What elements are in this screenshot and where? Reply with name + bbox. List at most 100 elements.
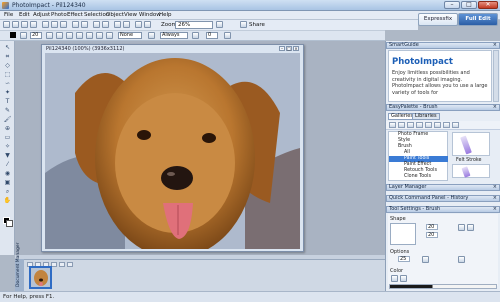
background-color-swatch[interactable] (6, 220, 13, 227)
fill-tool-icon[interactable]: ▼ (3, 152, 12, 159)
hand-tool-icon[interactable]: ✋ (3, 197, 12, 204)
brush-opacity-input[interactable]: 25 (398, 256, 410, 262)
browser-icon[interactable] (114, 21, 121, 28)
filmstrip-options-icon[interactable] (67, 262, 73, 267)
quick-command-header[interactable]: Quick Command Panel - History × (386, 195, 500, 202)
scanner-icon[interactable] (93, 21, 100, 28)
standard-selection-icon[interactable]: ⬚ (3, 71, 12, 78)
zoom-out-icon[interactable] (144, 21, 151, 28)
gallery-options-icon[interactable] (452, 122, 459, 128)
brush-texture-icon[interactable] (76, 32, 83, 39)
zoom-fit-icon[interactable] (216, 21, 223, 28)
gallery-edit-icon[interactable] (398, 122, 405, 128)
panel-toggle-icon[interactable] (224, 32, 231, 39)
lasso-icon[interactable]: ∽ (3, 80, 12, 87)
menu-file[interactable]: File (4, 12, 13, 18)
menu-photo[interactable]: Photo (51, 12, 67, 18)
brush-size-input[interactable]: 20 (426, 224, 438, 230)
menu-edit[interactable]: Edit (19, 12, 30, 18)
merge-icon[interactable] (148, 32, 155, 39)
retouch-tool-icon[interactable]: ✧ (3, 143, 12, 150)
clone-tool-icon[interactable]: ⊕ (3, 125, 12, 132)
brush-preview-2[interactable] (452, 164, 490, 178)
undo-icon[interactable] (72, 21, 79, 28)
smartguide-close-icon[interactable]: × (493, 43, 497, 48)
document-window[interactable]: Pil124340 (100%) (3936x3112) – □ × (41, 44, 304, 252)
brush-preview-felt-stroke[interactable] (452, 132, 490, 156)
menu-window[interactable]: Window (139, 12, 161, 18)
tree-item-clone-tools[interactable]: Clone Tools (389, 174, 448, 180)
stamp-tool-icon[interactable]: ▣ (3, 179, 12, 186)
mail-icon[interactable] (123, 21, 130, 28)
brush-edge-icon[interactable] (86, 32, 93, 39)
zoom-tool-icon[interactable]: ⌕ (3, 188, 12, 195)
share-label[interactable]: Share (249, 22, 265, 28)
easypalette-close-icon[interactable]: × (493, 105, 497, 110)
stroke-icon[interactable] (192, 32, 199, 39)
menu-help[interactable]: Help (159, 12, 172, 18)
crop-tool-icon[interactable]: ⌗ (3, 53, 12, 60)
option-pressure-icon[interactable] (458, 256, 465, 263)
paint-brush-icon[interactable]: 🖌 (3, 116, 12, 123)
expressfix-mode-button[interactable]: Expressfix (418, 13, 458, 26)
doc-minimize-button[interactable]: – (279, 46, 285, 51)
easypalette-header[interactable]: EasyPalette - Brush × (386, 104, 500, 111)
copy-icon[interactable] (51, 21, 58, 28)
path-tool-icon[interactable]: ✎ (3, 107, 12, 114)
redo-icon[interactable] (81, 21, 88, 28)
gallery-export-icon[interactable] (443, 122, 450, 128)
camera-icon[interactable] (102, 21, 109, 28)
brush-tip-icon[interactable] (56, 32, 63, 39)
zoom-select[interactable]: 26% (175, 21, 213, 29)
print-icon[interactable] (30, 21, 37, 28)
tool-settings-close-icon[interactable]: × (493, 207, 497, 212)
zoom-in-icon[interactable] (135, 21, 142, 28)
eyedropper-icon[interactable]: ⁄ (3, 161, 12, 168)
cut-icon[interactable] (42, 21, 49, 28)
brush-shape-icon[interactable] (20, 32, 27, 39)
paste-icon[interactable] (60, 21, 67, 28)
color-picker-icon[interactable] (391, 275, 398, 282)
gallery-import-icon[interactable] (434, 122, 441, 128)
shape-round-icon[interactable] (458, 224, 465, 231)
tool-settings-header[interactable]: Tool Settings - Brush × (386, 206, 500, 213)
transform-tool-icon[interactable]: ◇ (3, 62, 12, 69)
option-mode-icon[interactable] (422, 256, 429, 263)
quick-command-close-icon[interactable]: × (493, 196, 497, 201)
red-eye-tool-icon[interactable]: ◉ (3, 170, 12, 177)
opacity-field[interactable]: 0 (206, 32, 218, 39)
maximize-button[interactable]: □ (461, 1, 477, 9)
eraser-icon[interactable]: ▭ (3, 134, 12, 141)
magic-wand-icon[interactable]: ✦ (3, 89, 12, 96)
layer-manager-close-icon[interactable]: × (493, 185, 497, 190)
pick-tool-icon[interactable]: ↖ (3, 44, 12, 51)
menu-effect[interactable]: Effect (67, 12, 83, 18)
smartguide-header[interactable]: SmartGuide × (386, 42, 500, 49)
layer-manager-header[interactable]: Layer Manager × (386, 184, 500, 191)
menu-view[interactable]: View (124, 12, 137, 18)
brush-mode-icon[interactable] (66, 32, 73, 39)
save-icon[interactable] (21, 21, 28, 28)
shape-square-icon[interactable] (467, 224, 474, 231)
brush-preset-icon[interactable] (46, 32, 53, 39)
color-gradient-bar[interactable] (389, 284, 497, 289)
text-tool-icon[interactable]: T (3, 98, 12, 105)
open-file-icon[interactable] (12, 21, 19, 28)
doc-maximize-button[interactable]: □ (286, 46, 292, 51)
gallery-sort-icon[interactable] (425, 122, 432, 128)
gallery-view-icon[interactable] (416, 122, 423, 128)
new-file-icon[interactable] (3, 21, 10, 28)
brush-color-swatch[interactable] (10, 32, 16, 38)
gallery-add-icon[interactable] (389, 122, 396, 128)
smartguide-scrollbar[interactable] (493, 50, 499, 102)
color-swap-icon[interactable] (400, 275, 407, 282)
document-thumbnail[interactable] (29, 266, 52, 289)
blend-mode-select[interactable]: None (118, 32, 142, 39)
menu-object[interactable]: Object (106, 12, 124, 18)
document-manager-tab[interactable]: Document Manager (15, 243, 24, 291)
full-edit-mode-button[interactable]: Full Edit (458, 13, 498, 26)
brush-pressure-icon[interactable] (106, 32, 113, 39)
doc-close-button[interactable]: × (293, 46, 299, 51)
menu-adjust[interactable]: Adjust (33, 12, 50, 18)
brush-option-icon[interactable] (96, 32, 103, 39)
